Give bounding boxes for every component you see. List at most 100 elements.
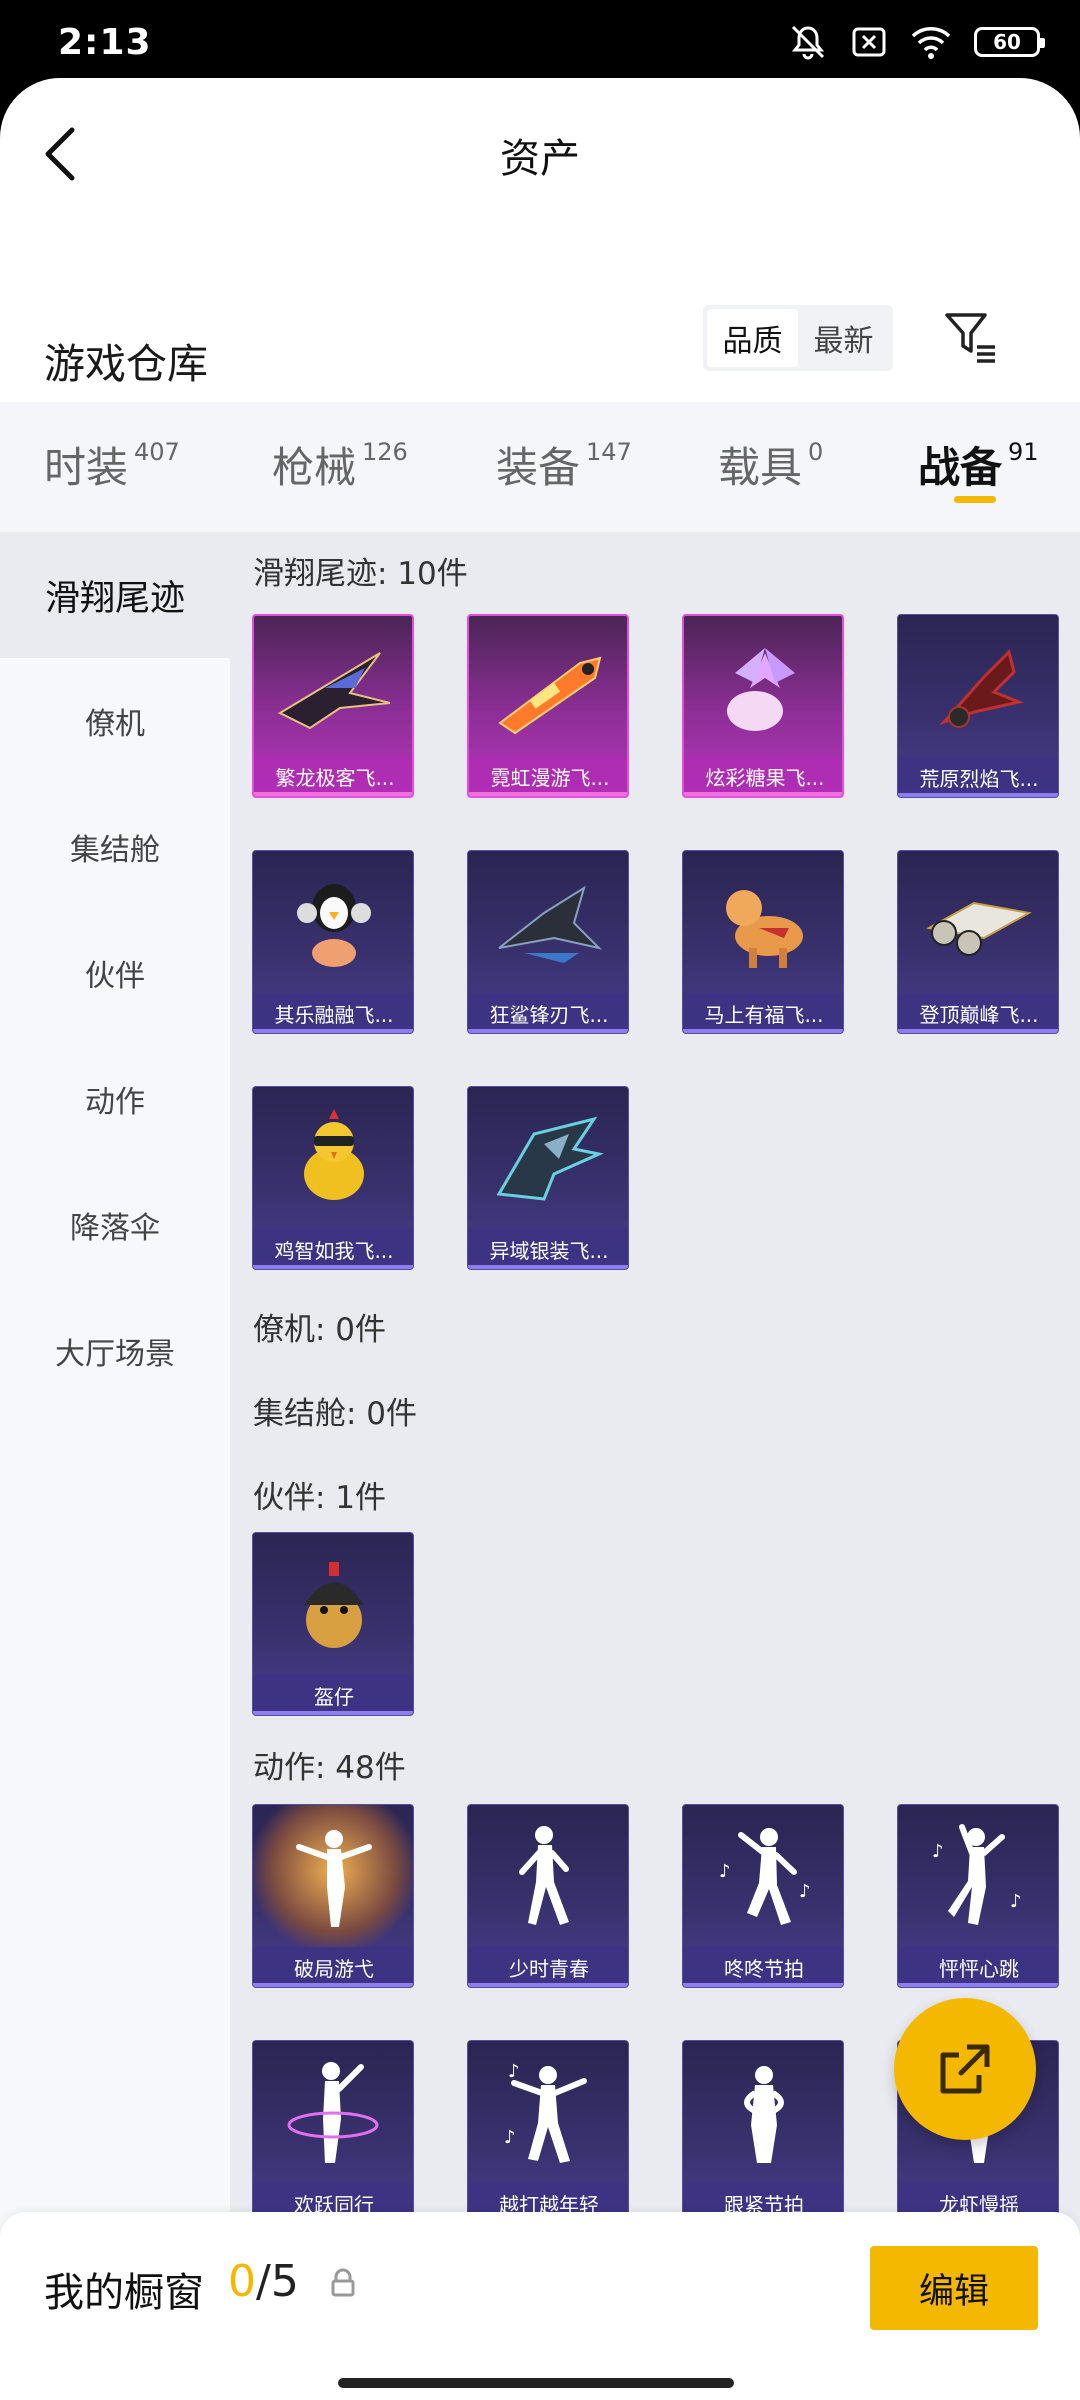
item-card[interactable]: 马上有福飞... bbox=[682, 850, 844, 1034]
rarity-bar bbox=[253, 1711, 413, 1715]
sidebar-item-pod[interactable]: 集结舱 bbox=[0, 784, 230, 910]
item-card[interactable]: ♪ ♪ 怦怦心跳 bbox=[897, 1804, 1059, 1988]
svg-text:♪: ♪ bbox=[799, 1881, 811, 1902]
item-card[interactable]: 霓虹漫游飞... bbox=[467, 614, 629, 798]
tab-label: 装备 bbox=[496, 443, 581, 492]
dancer-icon bbox=[683, 2041, 843, 2185]
item-card[interactable]: ♪ ♪ 咚咚节拍 bbox=[682, 1804, 844, 1988]
sort-latest-button[interactable]: 最新 bbox=[798, 309, 889, 367]
edit-button[interactable]: 编辑 bbox=[870, 2246, 1038, 2330]
tab-label: 战备 bbox=[918, 443, 1003, 492]
sidebar: 滑翔尾迹 僚机 集结舱 伙伴 动作 降落伞 大厅场景 bbox=[0, 532, 230, 2332]
tab-indicator bbox=[954, 496, 996, 503]
dancer-icon bbox=[468, 1805, 628, 1949]
svg-text:♪: ♪ bbox=[932, 1841, 944, 1862]
item-card[interactable]: 炫彩糖果飞... bbox=[682, 614, 844, 798]
item-card[interactable]: 其乐融融飞... bbox=[252, 850, 414, 1034]
item-card[interactable]: 鸡智如我飞... bbox=[252, 1086, 414, 1270]
item-label: 鸡智如我飞... bbox=[253, 1229, 413, 1269]
tab-gear[interactable]: 战备 91 bbox=[918, 434, 1039, 495]
item-card[interactable]: 破局游弋 bbox=[252, 1804, 414, 1988]
item-card[interactable]: 盔仔 bbox=[252, 1532, 414, 1716]
rarity-bar bbox=[898, 793, 1058, 797]
warehouse-header: 游戏仓库 bbox=[0, 298, 1080, 418]
tab-count: 407 bbox=[134, 438, 180, 466]
page-title: 资产 bbox=[500, 136, 580, 182]
sort-quality-button[interactable]: 品质 bbox=[707, 309, 798, 367]
section-title: 僚机: 0件 bbox=[253, 1312, 387, 1348]
item-label: 异域银装飞... bbox=[468, 1229, 628, 1269]
showcase-current: 0 bbox=[228, 2256, 256, 2307]
chicken-glider-icon bbox=[253, 1087, 413, 1231]
winged-dancer-icon bbox=[253, 1805, 413, 1949]
candy-glider-icon bbox=[684, 616, 842, 760]
assets-sheet: 资产 游戏仓库 品质 最新 时装 407 枪械 126 装备 147 载具 0 … bbox=[0, 78, 1080, 2400]
section-title: 集结舱: 0件 bbox=[253, 1396, 418, 1432]
item-card[interactable]: 欢跃同行 bbox=[252, 2040, 414, 2224]
battery-icon: 60 bbox=[974, 27, 1045, 57]
sidebar-item-glide-trail[interactable]: 滑翔尾迹 bbox=[0, 532, 230, 658]
item-label: 马上有福飞... bbox=[683, 993, 843, 1033]
jet-glider-icon bbox=[898, 851, 1058, 995]
rarity-bar bbox=[468, 1265, 628, 1269]
dancer-music-icon: ♪ ♪ bbox=[898, 1805, 1058, 1949]
item-label: 怦怦心跳 bbox=[898, 1947, 1058, 1987]
sidebar-item-partner[interactable]: 伙伴 bbox=[0, 910, 230, 1036]
svg-text:♪: ♪ bbox=[719, 1861, 731, 1882]
tab-count: 126 bbox=[362, 438, 408, 466]
dancer-music-icon: ♪ ♪ bbox=[683, 1805, 843, 1949]
item-card[interactable]: 登顶巅峰飞... bbox=[897, 850, 1059, 1034]
dancer-music-icon: ♪ ♪ bbox=[468, 2041, 628, 2185]
showcase-bar: 我的橱窗 0 /5 编辑 bbox=[0, 2212, 1080, 2400]
filter-button[interactable] bbox=[938, 304, 1004, 370]
rarity-bar bbox=[683, 1029, 843, 1033]
share-button[interactable] bbox=[894, 1998, 1036, 2140]
dragon-glider-icon bbox=[254, 616, 412, 760]
neon-rocket-icon bbox=[469, 616, 627, 760]
rarity-bar bbox=[898, 1983, 1058, 1987]
sidebar-item-wingman[interactable]: 僚机 bbox=[0, 658, 230, 784]
sidebar-item-emote[interactable]: 动作 bbox=[0, 1036, 230, 1162]
item-card[interactable]: ♪ ♪ 越打越年轻 bbox=[467, 2040, 629, 2224]
tab-count: 91 bbox=[1008, 438, 1039, 466]
rarity-bar bbox=[254, 792, 412, 796]
status-time: 2:13 bbox=[58, 22, 152, 63]
showcase-count: 0 /5 bbox=[228, 2256, 299, 2307]
tab-count: 147 bbox=[586, 438, 632, 466]
item-card[interactable]: 异域银装飞... bbox=[467, 1086, 629, 1270]
sort-toggle: 品质 最新 bbox=[703, 305, 893, 371]
sidebar-item-lobby[interactable]: 大厅场景 bbox=[0, 1288, 230, 1414]
tab-count: 0 bbox=[808, 438, 824, 466]
item-label: 炫彩糖果飞... bbox=[684, 756, 842, 796]
item-label: 其乐融融飞... bbox=[253, 993, 413, 1033]
item-card[interactable]: 繁龙极客飞... bbox=[252, 614, 414, 798]
item-label: 霓虹漫游飞... bbox=[469, 756, 627, 796]
showcase-total: /5 bbox=[256, 2256, 299, 2307]
wifi-icon bbox=[910, 24, 952, 60]
home-indicator[interactable] bbox=[338, 2378, 734, 2388]
item-card[interactable]: 荒原烈焰飞... bbox=[897, 614, 1059, 798]
item-card[interactable]: 少时青春 bbox=[467, 1804, 629, 1988]
section-title: 动作: 48件 bbox=[253, 1750, 406, 1786]
item-card[interactable]: 跟紧节拍 bbox=[682, 2040, 844, 2224]
rarity-bar bbox=[253, 1983, 413, 1987]
horse-glider-icon bbox=[683, 851, 843, 995]
tab-label: 枪械 bbox=[272, 443, 357, 492]
tab-vehicles[interactable]: 载具 0 bbox=[718, 434, 823, 495]
tab-equipment[interactable]: 装备 147 bbox=[496, 434, 632, 495]
dancer-ring-icon bbox=[253, 2041, 413, 2185]
helmet-chick-icon bbox=[253, 1533, 413, 1677]
item-label: 盔仔 bbox=[253, 1675, 413, 1715]
tab-label: 时装 bbox=[44, 443, 129, 492]
item-card[interactable]: 狂鲨锋刃飞... bbox=[467, 850, 629, 1034]
tab-label: 载具 bbox=[718, 443, 803, 492]
sidebar-item-parachute[interactable]: 降落伞 bbox=[0, 1162, 230, 1288]
section-title: 伙伴: 1件 bbox=[253, 1480, 387, 1516]
filter-icon bbox=[945, 313, 995, 363]
tab-fashion[interactable]: 时装 407 bbox=[44, 434, 180, 495]
item-label: 破局游弋 bbox=[253, 1947, 413, 1987]
mute-icon bbox=[788, 22, 828, 62]
tab-weapons[interactable]: 枪械 126 bbox=[272, 434, 408, 495]
item-label: 繁龙极客飞... bbox=[254, 756, 412, 796]
rarity-bar bbox=[253, 1265, 413, 1269]
